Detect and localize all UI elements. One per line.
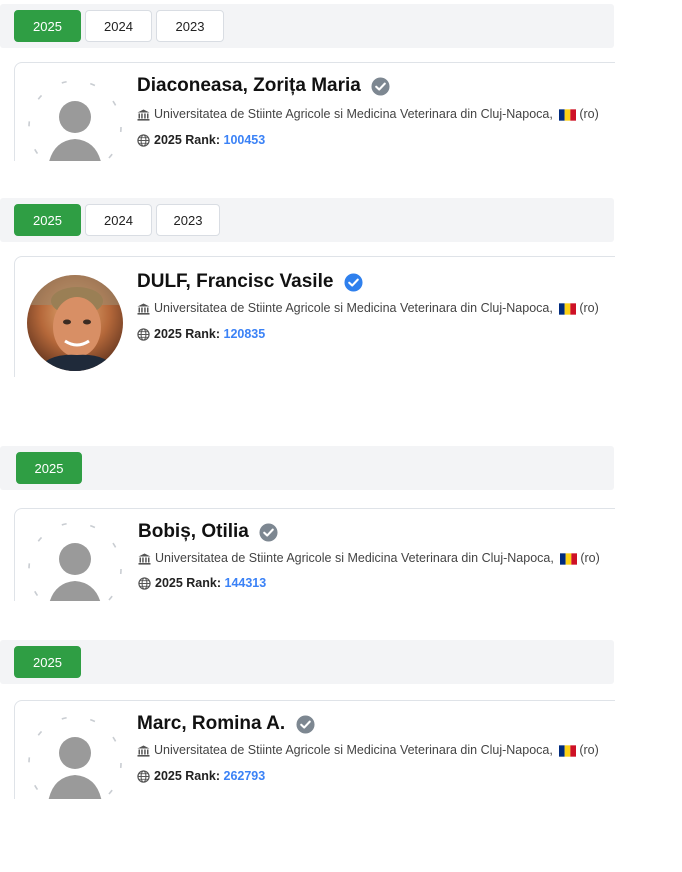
tab-2024[interactable]: 2024 (85, 204, 152, 236)
institution-row: Universitatea de Stiinte Agricole si Med… (138, 551, 600, 565)
globe-icon (137, 328, 150, 341)
tab-2024[interactable]: 2024 (85, 10, 152, 42)
year-tabbar: 2025 (0, 640, 614, 684)
rank-row: 2025 Rank: 120835 (137, 327, 265, 341)
institution-row: Universitatea de Stiinte Agricole si Med… (137, 107, 599, 121)
avatar-placeholder-icon (28, 80, 122, 161)
year-tabbar: 2025 2024 2023 (0, 198, 614, 242)
country-code: (ro) (579, 301, 599, 315)
country-code: (ro) (580, 551, 600, 565)
verified-badge-icon (344, 272, 363, 292)
romania-flag-icon (560, 553, 578, 565)
verified-badge-icon (371, 76, 390, 96)
globe-icon (138, 577, 151, 590)
researcher-name[interactable]: DULF, Francisc Vasile (137, 271, 333, 292)
tab-2025[interactable]: 2025 (14, 204, 81, 236)
rank-label: 2025 Rank: (154, 133, 221, 147)
institution-name[interactable]: Universitatea de Stiinte Agricole si Med… (154, 743, 553, 757)
profile-card: Marc, Romina A. Universitatea de Stiinte… (14, 700, 615, 799)
institution-name[interactable]: Universitatea de Stiinte Agricole si Med… (155, 551, 554, 565)
institution-icon (137, 745, 150, 757)
institution-row: Universitatea de Stiinte Agricole si Med… (137, 743, 599, 757)
rank-value[interactable]: 120835 (224, 327, 266, 341)
rank-label: 2025 Rank: (154, 327, 221, 341)
verified-badge-icon (259, 522, 278, 542)
profile-card: DULF, Francisc Vasile Universitatea de S… (14, 256, 615, 377)
romania-flag-icon (559, 303, 577, 315)
avatar-placeholder-icon (28, 522, 122, 601)
tab-2025[interactable]: 2025 (16, 452, 82, 484)
institution-icon (137, 109, 150, 121)
profile-card: Diaconeasa, Zorița Maria Universitatea d… (14, 62, 615, 161)
globe-icon (137, 134, 150, 147)
institution-icon (138, 553, 151, 565)
institution-name[interactable]: Universitatea de Stiinte Agricole si Med… (154, 107, 553, 121)
country-code: (ro) (579, 107, 599, 121)
researcher-name[interactable]: Marc, Romina A. (137, 713, 285, 734)
rank-row: 2025 Rank: 144313 (138, 576, 266, 590)
tab-2023[interactable]: 2023 (156, 204, 220, 236)
institution-row: Universitatea de Stiinte Agricole si Med… (137, 301, 599, 315)
year-tabbar: 2025 (0, 446, 614, 490)
tab-2023[interactable]: 2023 (156, 10, 224, 42)
globe-icon (137, 770, 150, 783)
profile-photo (27, 275, 123, 371)
researcher-name[interactable]: Diaconeasa, Zorița Maria (137, 75, 361, 96)
rank-value[interactable]: 100453 (224, 133, 266, 147)
rank-label: 2025 Rank: (154, 769, 221, 783)
rank-value[interactable]: 144313 (225, 576, 267, 590)
researcher-name[interactable]: Bobiș, Otilia (138, 521, 249, 542)
institution-name[interactable]: Universitatea de Stiinte Agricole si Med… (154, 301, 553, 315)
year-tabbar: 2025 2024 2023 (0, 4, 614, 48)
rank-value[interactable]: 262793 (224, 769, 266, 783)
romania-flag-icon (559, 109, 577, 121)
avatar-photo[interactable] (27, 275, 123, 371)
rank-row: 2025 Rank: 262793 (137, 769, 265, 783)
rank-row: 2025 Rank: 100453 (137, 133, 265, 147)
profile-card: Bobiș, Otilia Universitatea de Stiinte A… (14, 508, 615, 601)
tab-2025[interactable]: 2025 (14, 10, 81, 42)
tab-2025[interactable]: 2025 (14, 646, 81, 678)
avatar-placeholder-icon (28, 716, 122, 799)
verified-badge-icon (296, 714, 315, 734)
country-code: (ro) (579, 743, 599, 757)
romania-flag-icon (559, 745, 577, 757)
rank-label: 2025 Rank: (155, 576, 222, 590)
institution-icon (137, 303, 150, 315)
